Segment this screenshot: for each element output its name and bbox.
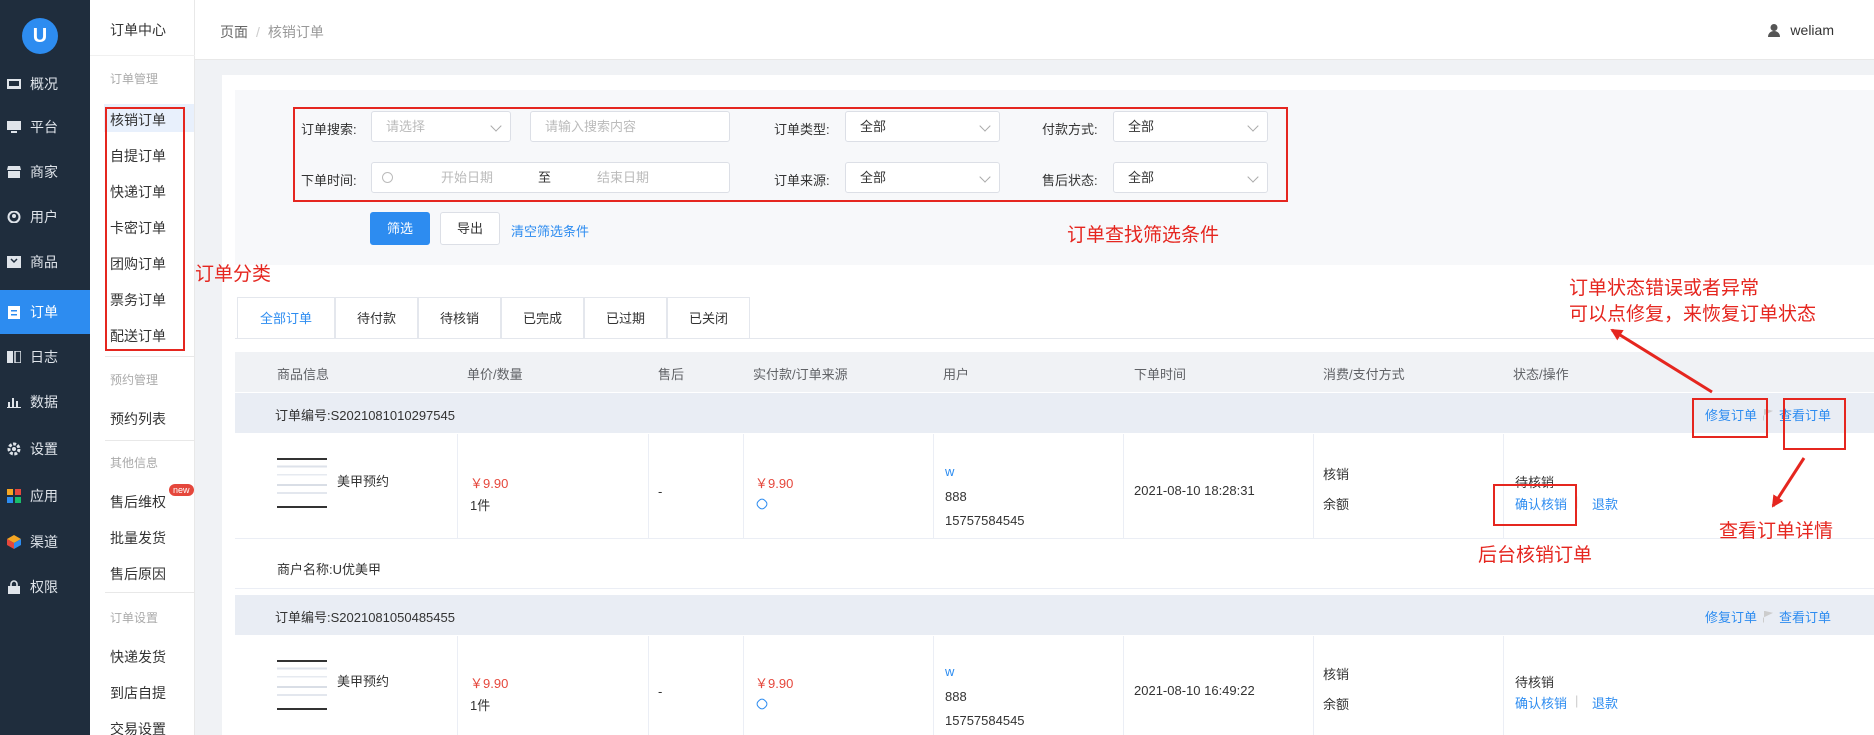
arrow-from-detail-note [1771, 457, 1806, 508]
arrow-to-repair-note [1610, 328, 1713, 394]
annotation-arrows [1610, 328, 1806, 508]
